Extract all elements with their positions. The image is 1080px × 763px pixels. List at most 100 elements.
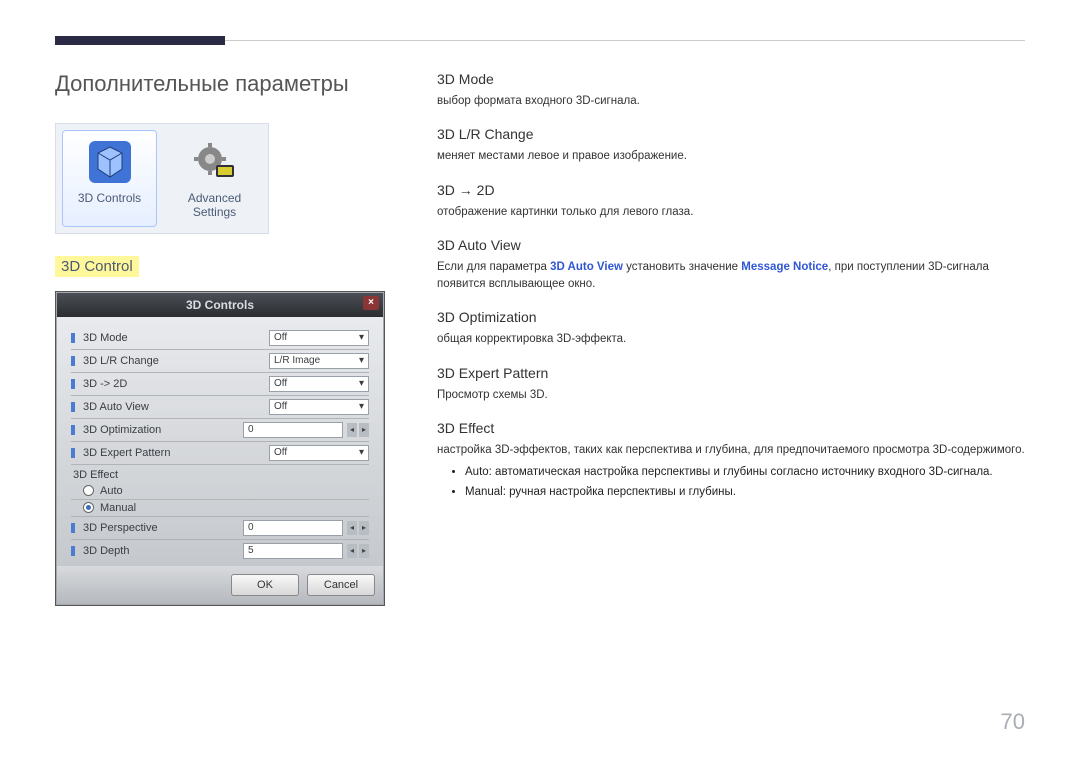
radio-icon	[83, 502, 94, 513]
row-3d-auto-view[interactable]: 3D Auto View Off▾	[71, 396, 369, 419]
marker-icon	[71, 402, 75, 412]
row-label: 3D L/R Change	[83, 355, 269, 367]
section-highlight: 3D Control	[55, 256, 139, 277]
marker-icon	[71, 356, 75, 366]
chevron-down-icon: ▾	[359, 447, 364, 458]
row-value: Off	[274, 447, 287, 458]
row-value-field[interactable]: Off ▾	[269, 330, 369, 346]
row-value: Off	[274, 332, 287, 343]
row-label: 3D Depth	[83, 545, 243, 557]
row-3d-lr-change[interactable]: 3D L/R Change L/R Image ▾	[71, 350, 369, 373]
arrow-right-icon[interactable]: ▸	[359, 544, 369, 558]
arrow-left-icon[interactable]: ◂	[347, 544, 357, 558]
radio-label: Auto	[100, 485, 123, 497]
row-value-field[interactable]: 5	[243, 543, 343, 559]
page-title: Дополнительные параметры	[55, 71, 385, 97]
desc-3d-to-2d: отображение картинки только для левого г…	[437, 204, 1025, 221]
page-number: 70	[1001, 709, 1025, 735]
row-value-field[interactable]: Off▾	[269, 399, 369, 415]
row-label: 3D Auto View	[83, 401, 269, 413]
arrow-right-icon[interactable]: ▸	[359, 423, 369, 437]
radio-row-auto[interactable]: Auto	[71, 483, 369, 500]
list-item: Auto: автоматическая настройка перспекти…	[465, 463, 1025, 483]
keyword: Manual	[465, 486, 503, 498]
header-rule-accent	[55, 36, 225, 45]
marker-icon	[71, 333, 75, 343]
row-3d-mode[interactable]: 3D Mode Off ▾	[71, 327, 369, 350]
radio-row-manual[interactable]: Manual	[71, 500, 369, 517]
dialog-title-bar: 3D Controls ×	[57, 293, 383, 317]
marker-icon	[71, 546, 75, 556]
header-rule	[55, 40, 1025, 41]
desc-3d-mode: выбор формата входного 3D-сигнала.	[437, 93, 1025, 110]
arrow-left-icon[interactable]: ◂	[347, 423, 357, 437]
keyword: 3D Auto View	[550, 261, 623, 273]
marker-icon	[71, 379, 75, 389]
row-value: 0	[248, 424, 254, 435]
heading-3d-effect: 3D Effect	[437, 420, 1025, 436]
heading-3d-mode: 3D Mode	[437, 71, 1025, 87]
desc-3d-auto-view: Если для параметра 3D Auto View установи…	[437, 259, 1025, 294]
heading-3d-lr-change: 3D L/R Change	[437, 126, 1025, 142]
row-label: 3D Expert Pattern	[83, 447, 269, 459]
ok-button[interactable]: OK	[231, 574, 299, 596]
close-icon[interactable]: ×	[363, 296, 379, 310]
row-value-field[interactable]: 0	[243, 422, 343, 438]
row-label: 3D Mode	[83, 332, 269, 344]
heading-3d-optimization: 3D Optimization	[437, 309, 1025, 325]
gear-icon	[190, 137, 240, 187]
keyword: Message Notice	[741, 261, 828, 273]
cancel-button[interactable]: Cancel	[307, 574, 375, 596]
row-label: 3D -> 2D	[83, 378, 269, 390]
row-3d-perspective[interactable]: 3D Perspective 0 ◂▸	[71, 517, 369, 540]
row-value: 0	[248, 522, 254, 533]
marker-icon	[71, 523, 75, 533]
row-value-field[interactable]: 0	[243, 520, 343, 536]
row-value: Off	[274, 401, 287, 412]
radio-icon	[83, 485, 94, 496]
row-value-field[interactable]: Off ▾	[269, 445, 369, 461]
dialog-footer: OK Cancel	[57, 566, 383, 604]
row-value: L/R Image	[274, 355, 320, 366]
dialog-title-text: 3D Controls	[186, 298, 254, 312]
desc-3d-lr-change: меняет местами левое и правое изображени…	[437, 148, 1025, 165]
row-3d-expert-pattern[interactable]: 3D Expert Pattern Off ▾	[71, 442, 369, 465]
row-label: 3D Perspective	[83, 522, 243, 534]
chevron-down-icon: ▾	[359, 355, 364, 366]
text-fragment: : ручная настройка перспективы и глубины…	[503, 486, 736, 498]
list-item: Manual: ручная настройка перспективы и г…	[465, 483, 1025, 503]
heading-3d-to-2d: 3D → 2D	[437, 182, 1025, 198]
card-label: Advanced Settings	[170, 191, 259, 220]
marker-icon	[71, 425, 75, 435]
text-fragment: : автоматическая настройка перспективы и…	[489, 466, 993, 478]
row-3d-depth[interactable]: 3D Depth 5 ◂▸	[71, 540, 369, 562]
desc-3d-effect: настройка 3D-эффектов, таких как перспек…	[437, 442, 1025, 459]
row-value-field[interactable]: L/R Image ▾	[269, 353, 369, 369]
row-value: Off	[274, 378, 287, 389]
desc-3d-expert-pattern: Просмотр схемы 3D.	[437, 387, 1025, 404]
arrow-right-icon[interactable]: ▸	[359, 521, 369, 535]
text-fragment: Если для параметра	[437, 261, 550, 273]
chevron-down-icon: ▾	[359, 378, 364, 389]
dialog-3d-controls: 3D Controls × 3D Mode Off ▾ 3D L/R Change…	[55, 291, 385, 606]
icon-cards-panel: 3D Controls	[55, 123, 269, 234]
row-3d-to-2d[interactable]: 3D -> 2D Off ▾	[71, 373, 369, 396]
radio-label: Manual	[100, 502, 136, 514]
cube-icon	[85, 137, 135, 187]
keyword: Auto	[465, 466, 489, 478]
section-3d-effect: 3D Effect	[71, 465, 369, 483]
row-3d-optimization[interactable]: 3D Optimization 0 ◂▸	[71, 419, 369, 442]
text-fragment: установить значение	[623, 261, 741, 273]
card-3d-controls[interactable]: 3D Controls	[62, 130, 157, 227]
marker-icon	[71, 448, 75, 458]
heading-3d-expert-pattern: 3D Expert Pattern	[437, 365, 1025, 381]
card-advanced-settings[interactable]: Advanced Settings	[167, 130, 262, 227]
chevron-down-icon: ▾	[359, 332, 364, 343]
row-value: 5	[248, 545, 254, 556]
row-label: 3D Optimization	[83, 424, 243, 436]
row-value-field[interactable]: Off ▾	[269, 376, 369, 392]
arrow-left-icon[interactable]: ◂	[347, 521, 357, 535]
card-label: 3D Controls	[78, 191, 141, 205]
heading-3d-auto-view: 3D Auto View	[437, 237, 1025, 253]
desc-3d-optimization: общая корректировка 3D-эффекта.	[437, 331, 1025, 348]
